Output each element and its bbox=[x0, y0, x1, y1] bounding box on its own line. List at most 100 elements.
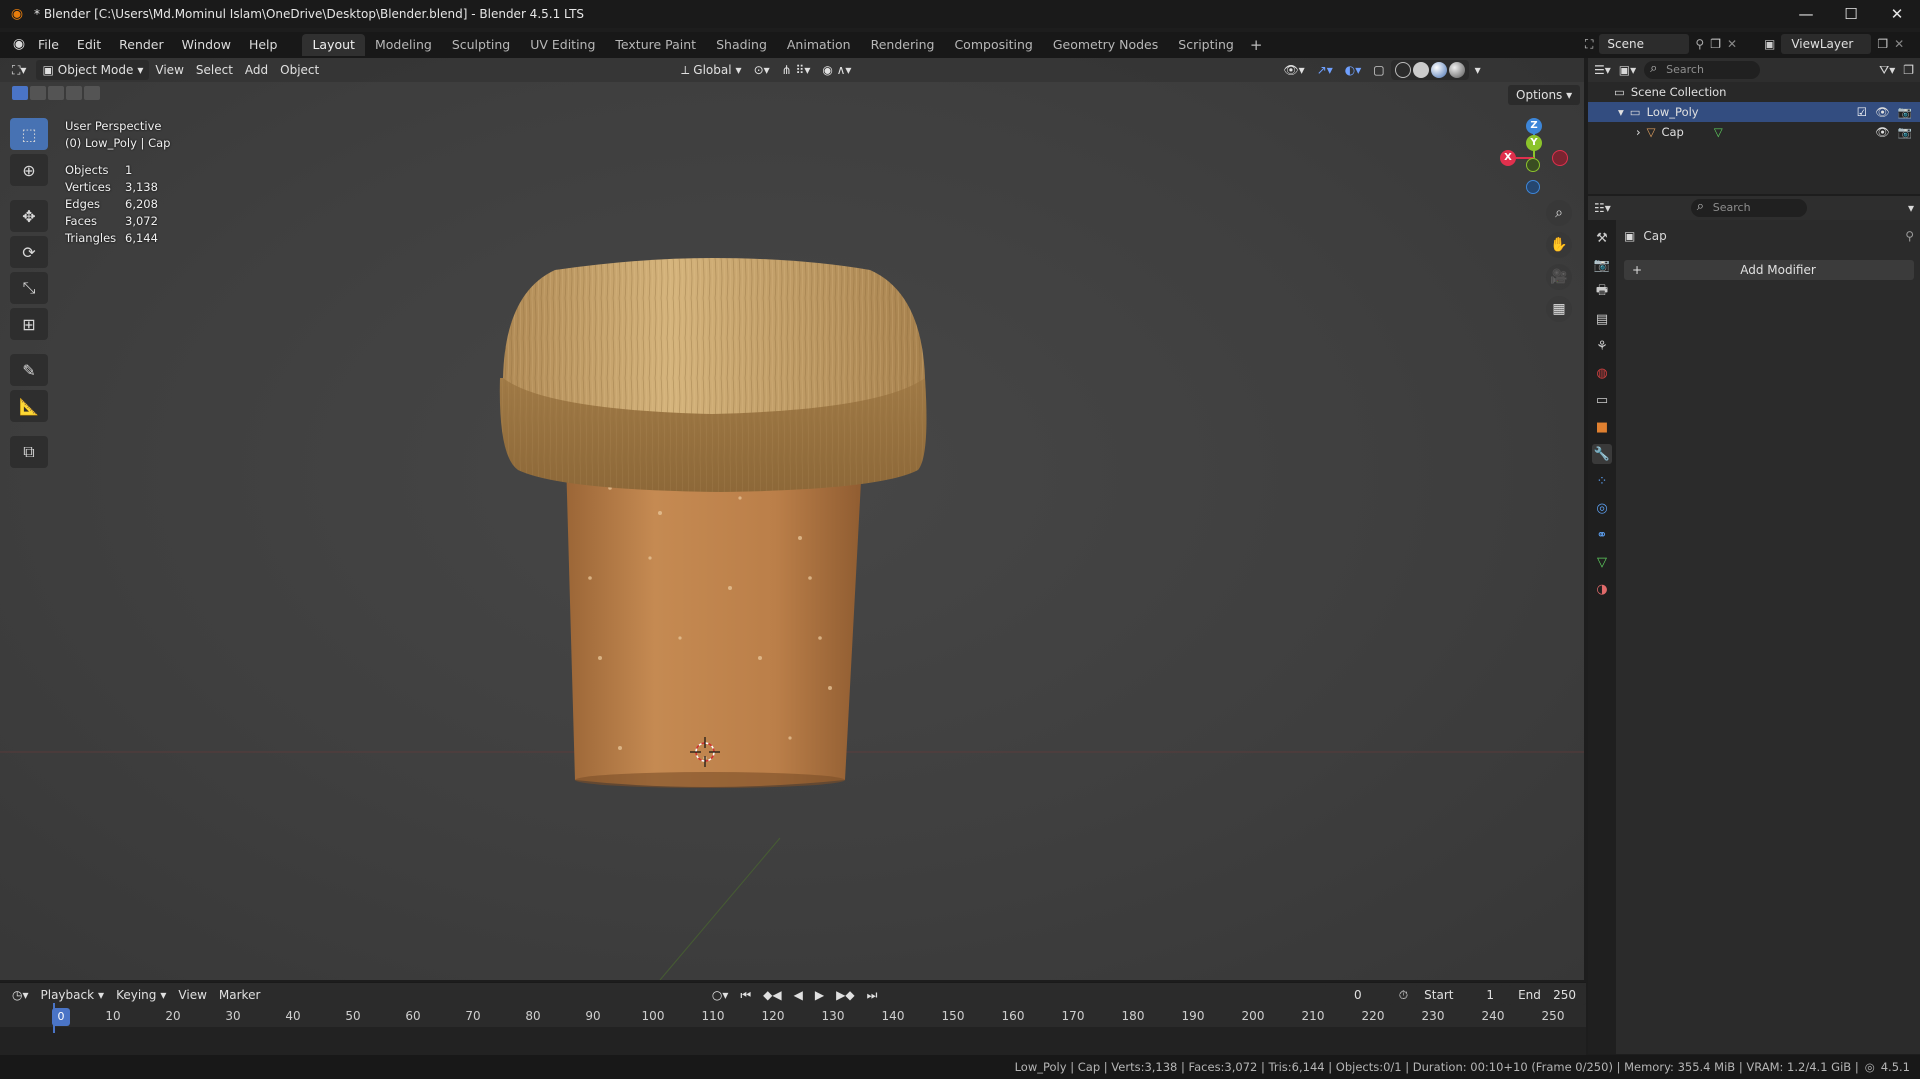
tab-scripting[interactable]: Scripting bbox=[1168, 34, 1244, 56]
visibility-eye-icon[interactable]: 👁 bbox=[1875, 125, 1890, 139]
current-frame-field[interactable]: 0 bbox=[1322, 985, 1393, 1005]
3d-viewport[interactable]: ⛶▾ ▣ Object Mode ▾ View Select Add Object… bbox=[0, 58, 1586, 980]
gizmo-neg-z-icon[interactable] bbox=[1526, 180, 1540, 194]
add-cube-tool-icon[interactable]: ⧉ bbox=[10, 436, 48, 468]
menu-file[interactable]: File bbox=[29, 33, 68, 57]
timeline-track[interactable] bbox=[0, 1027, 1586, 1055]
orientation-dropdown[interactable]: ⟂ Global ▾ bbox=[675, 60, 747, 80]
properties-editor-icon[interactable]: ☷▾ bbox=[1594, 201, 1611, 215]
move-tool-icon[interactable]: ✥ bbox=[10, 200, 48, 232]
timeline-editor-type-icon[interactable]: ◷▾ bbox=[6, 985, 35, 1005]
menu-render[interactable]: Render bbox=[110, 33, 173, 57]
tab-compositing[interactable]: Compositing bbox=[944, 34, 1042, 56]
new-scene-icon[interactable]: ❐ bbox=[1710, 37, 1721, 51]
expand-chevron-icon[interactable]: ▾ bbox=[1618, 105, 1624, 119]
zoom-icon[interactable]: ⌕ bbox=[1546, 200, 1572, 226]
end-frame-field[interactable]: End 250 bbox=[1508, 985, 1586, 1005]
minimize-button[interactable]: — bbox=[1783, 0, 1829, 28]
remove-scene-icon[interactable]: ✕ bbox=[1727, 37, 1737, 51]
auto-keying-icon[interactable]: ○▾ bbox=[706, 985, 735, 1005]
menu-object[interactable]: Object bbox=[274, 60, 325, 80]
annotate-tool-icon[interactable]: ✎ bbox=[10, 354, 48, 386]
jump-start-icon[interactable]: ⏮ bbox=[734, 985, 757, 1005]
new-collection-icon[interactable]: ❐ bbox=[1903, 63, 1914, 77]
gizmo-z-icon[interactable]: Z bbox=[1526, 118, 1542, 134]
menu-keying[interactable]: Keying ▾ bbox=[110, 985, 172, 1005]
menu-help[interactable]: Help bbox=[240, 33, 287, 57]
play-icon[interactable]: ▶ bbox=[809, 985, 830, 1005]
menu-edit[interactable]: Edit bbox=[68, 33, 110, 57]
viewlayer-field[interactable]: ViewLayer bbox=[1781, 34, 1872, 54]
viewlayer-icon[interactable]: ▣ bbox=[1764, 37, 1775, 51]
select-invert-icon[interactable] bbox=[66, 86, 82, 100]
navigation-gizmo[interactable]: Z Y X bbox=[1494, 118, 1574, 198]
shading-options-icon[interactable]: ▾ bbox=[1469, 60, 1487, 80]
menu-add[interactable]: Add bbox=[239, 60, 274, 80]
menu-playback[interactable]: Playback ▾ bbox=[35, 985, 111, 1005]
filter-icon[interactable]: ⛛▾ bbox=[1879, 63, 1895, 78]
blender-menu-icon[interactable]: ◉ bbox=[9, 36, 29, 54]
pin-icon[interactable]: ⚲ bbox=[1695, 37, 1704, 51]
next-keyframe-icon[interactable]: ▶◆ bbox=[830, 985, 860, 1005]
constraints-tab-icon[interactable]: ⚭ bbox=[1592, 525, 1612, 545]
physics-tab-icon[interactable]: ◎ bbox=[1592, 498, 1612, 518]
tab-texture-paint[interactable]: Texture Paint bbox=[605, 34, 706, 56]
tab-uv-editing[interactable]: UV Editing bbox=[520, 34, 605, 56]
gizmo-x-icon[interactable]: X bbox=[1500, 150, 1516, 166]
xray-icon[interactable]: ▢ bbox=[1367, 60, 1390, 80]
pan-hand-icon[interactable]: ✋ bbox=[1546, 232, 1572, 258]
select-intersect-icon[interactable] bbox=[84, 86, 100, 100]
outliner-search-input[interactable]: Search bbox=[1644, 60, 1761, 79]
scale-tool-icon[interactable]: ⤡ bbox=[10, 272, 48, 304]
rotate-tool-icon[interactable]: ⟳ bbox=[10, 236, 48, 268]
scene-field[interactable]: Scene bbox=[1599, 34, 1690, 54]
measure-tool-icon[interactable]: 📐 bbox=[10, 390, 48, 422]
expand-chevron-icon[interactable]: › bbox=[1636, 125, 1641, 139]
rendered-shading-icon[interactable] bbox=[1448, 62, 1465, 78]
pivot-icon[interactable]: ⊙▾ bbox=[748, 60, 776, 80]
outliner-scene-collection[interactable]: ▭ Scene Collection bbox=[1588, 82, 1920, 102]
frame-ruler[interactable]: 0 10 20 30 40 50 60 70 80 90 100 110 120 130 140 150 16… bbox=[0, 1007, 1586, 1027]
collection-tab-icon[interactable]: ▭ bbox=[1592, 390, 1612, 410]
menu-view[interactable]: View bbox=[149, 60, 189, 80]
start-frame-field[interactable]: Start 1 bbox=[1414, 985, 1505, 1005]
outliner-collection-row[interactable]: ▾ ▭ Low_Poly ☑ 👁 📷 bbox=[1588, 102, 1920, 122]
tab-shading[interactable]: Shading bbox=[706, 34, 777, 56]
gizmo-neg-x-icon[interactable] bbox=[1552, 150, 1568, 166]
gizmo-y-icon[interactable]: Y bbox=[1526, 135, 1542, 151]
preview-range-icon[interactable]: ⏱ bbox=[1393, 985, 1414, 1005]
render-camera-icon[interactable]: 📷 bbox=[1898, 105, 1912, 119]
overlay-toggle-icon[interactable]: ◐▾ bbox=[1339, 60, 1368, 80]
snap-icon[interactable]: ⋔ ⠿▾ bbox=[776, 60, 817, 80]
material-shading-icon[interactable] bbox=[1430, 62, 1447, 78]
cursor-tool-icon[interactable]: ⊕ bbox=[10, 154, 48, 186]
playhead[interactable] bbox=[53, 1003, 55, 1033]
new-viewlayer-icon[interactable]: ❐ bbox=[1877, 37, 1888, 51]
outliner-editor-icon[interactable]: ☰▾ bbox=[1594, 63, 1611, 77]
tool-tab-icon[interactable]: ⚒ bbox=[1592, 228, 1612, 248]
select-box-tool-icon[interactable]: ⬚ bbox=[10, 118, 48, 150]
tab-animation[interactable]: Animation bbox=[777, 34, 861, 56]
editor-type-icon[interactable]: ⛶▾ bbox=[6, 60, 32, 80]
scene-icon[interactable]: ⛶ bbox=[1585, 37, 1593, 52]
proportional-edit-icon[interactable]: ◉ ∧▾ bbox=[816, 60, 857, 80]
object-tab-icon[interactable]: ■ bbox=[1592, 417, 1612, 437]
tab-geometry-nodes[interactable]: Geometry Nodes bbox=[1043, 34, 1168, 56]
add-modifier-button[interactable]: + Add Modifier bbox=[1624, 260, 1914, 280]
render-camera-icon[interactable]: 📷 bbox=[1898, 125, 1912, 139]
pin-icon[interactable]: ⚲ bbox=[1905, 229, 1914, 243]
camera-view-icon[interactable]: 🎥 bbox=[1546, 264, 1572, 290]
display-mode-icon[interactable]: ▣▾ bbox=[1619, 63, 1636, 77]
select-new-icon[interactable] bbox=[12, 86, 28, 100]
mesh-data-icon[interactable]: ▽ bbox=[1714, 125, 1723, 139]
mode-dropdown[interactable]: ▣ Object Mode ▾ bbox=[36, 60, 150, 80]
add-workspace-icon[interactable]: + bbox=[1244, 36, 1269, 54]
view-layer-tab-icon[interactable]: ▤ bbox=[1592, 309, 1612, 329]
properties-options-icon[interactable]: ▾ bbox=[1908, 201, 1914, 215]
menu-window[interactable]: Window bbox=[173, 33, 240, 57]
close-button[interactable]: ✕ bbox=[1874, 0, 1920, 28]
select-subtract-icon[interactable] bbox=[48, 86, 64, 100]
transform-tool-icon[interactable]: ⊞ bbox=[10, 308, 48, 340]
menu-select[interactable]: Select bbox=[190, 60, 239, 80]
output-tab-icon[interactable]: 🖶 bbox=[1592, 282, 1612, 302]
